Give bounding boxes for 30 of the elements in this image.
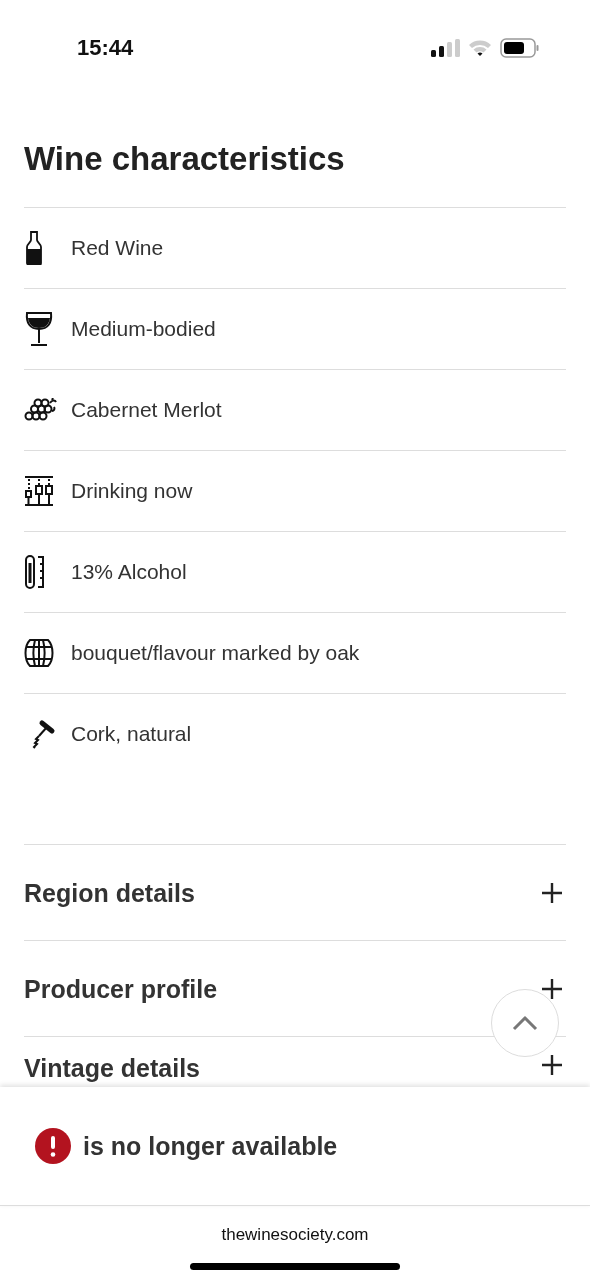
bottle-icon xyxy=(24,231,44,265)
accordion-header[interactable]: Region details xyxy=(24,845,566,941)
plus-icon xyxy=(540,976,564,1001)
glasses-icon xyxy=(24,475,54,507)
characteristic-label: Cork, natural xyxy=(71,722,192,746)
plus-icon xyxy=(540,880,564,905)
barrel-icon xyxy=(24,638,54,668)
accordion-title: Vintage details xyxy=(24,1053,200,1083)
url-text[interactable]: thewinesociety.com xyxy=(221,1225,369,1245)
wifi-icon xyxy=(468,39,492,57)
characteristic-label: Cabernet Merlot xyxy=(71,398,222,422)
grapes-icon xyxy=(24,398,58,422)
signal-icon xyxy=(431,39,460,57)
characteristic-label: Medium-bodied xyxy=(71,317,216,341)
accordion-header[interactable]: Vintage details xyxy=(24,1037,566,1087)
characteristic-label: 13% Alcohol xyxy=(71,560,187,584)
status-time: 15:44 xyxy=(77,35,134,61)
characteristic-label: Red Wine xyxy=(71,236,164,260)
chevron-up-icon xyxy=(512,1015,538,1031)
banner-message: is no longer available xyxy=(83,1131,338,1161)
accordion-title: Producer profile xyxy=(24,973,218,1004)
section-heading: Wine characteristics xyxy=(24,140,346,178)
accordion-title: Region details xyxy=(24,877,195,908)
characteristic-label: Drinking now xyxy=(71,479,193,503)
wine-glass-icon xyxy=(24,311,54,347)
characteristic-label: bouquet/flavour marked by oak xyxy=(71,641,360,665)
alert-icon xyxy=(35,1128,71,1164)
thermometer-icon xyxy=(24,555,46,589)
battery-icon xyxy=(500,38,540,58)
plus-icon xyxy=(540,1053,564,1077)
